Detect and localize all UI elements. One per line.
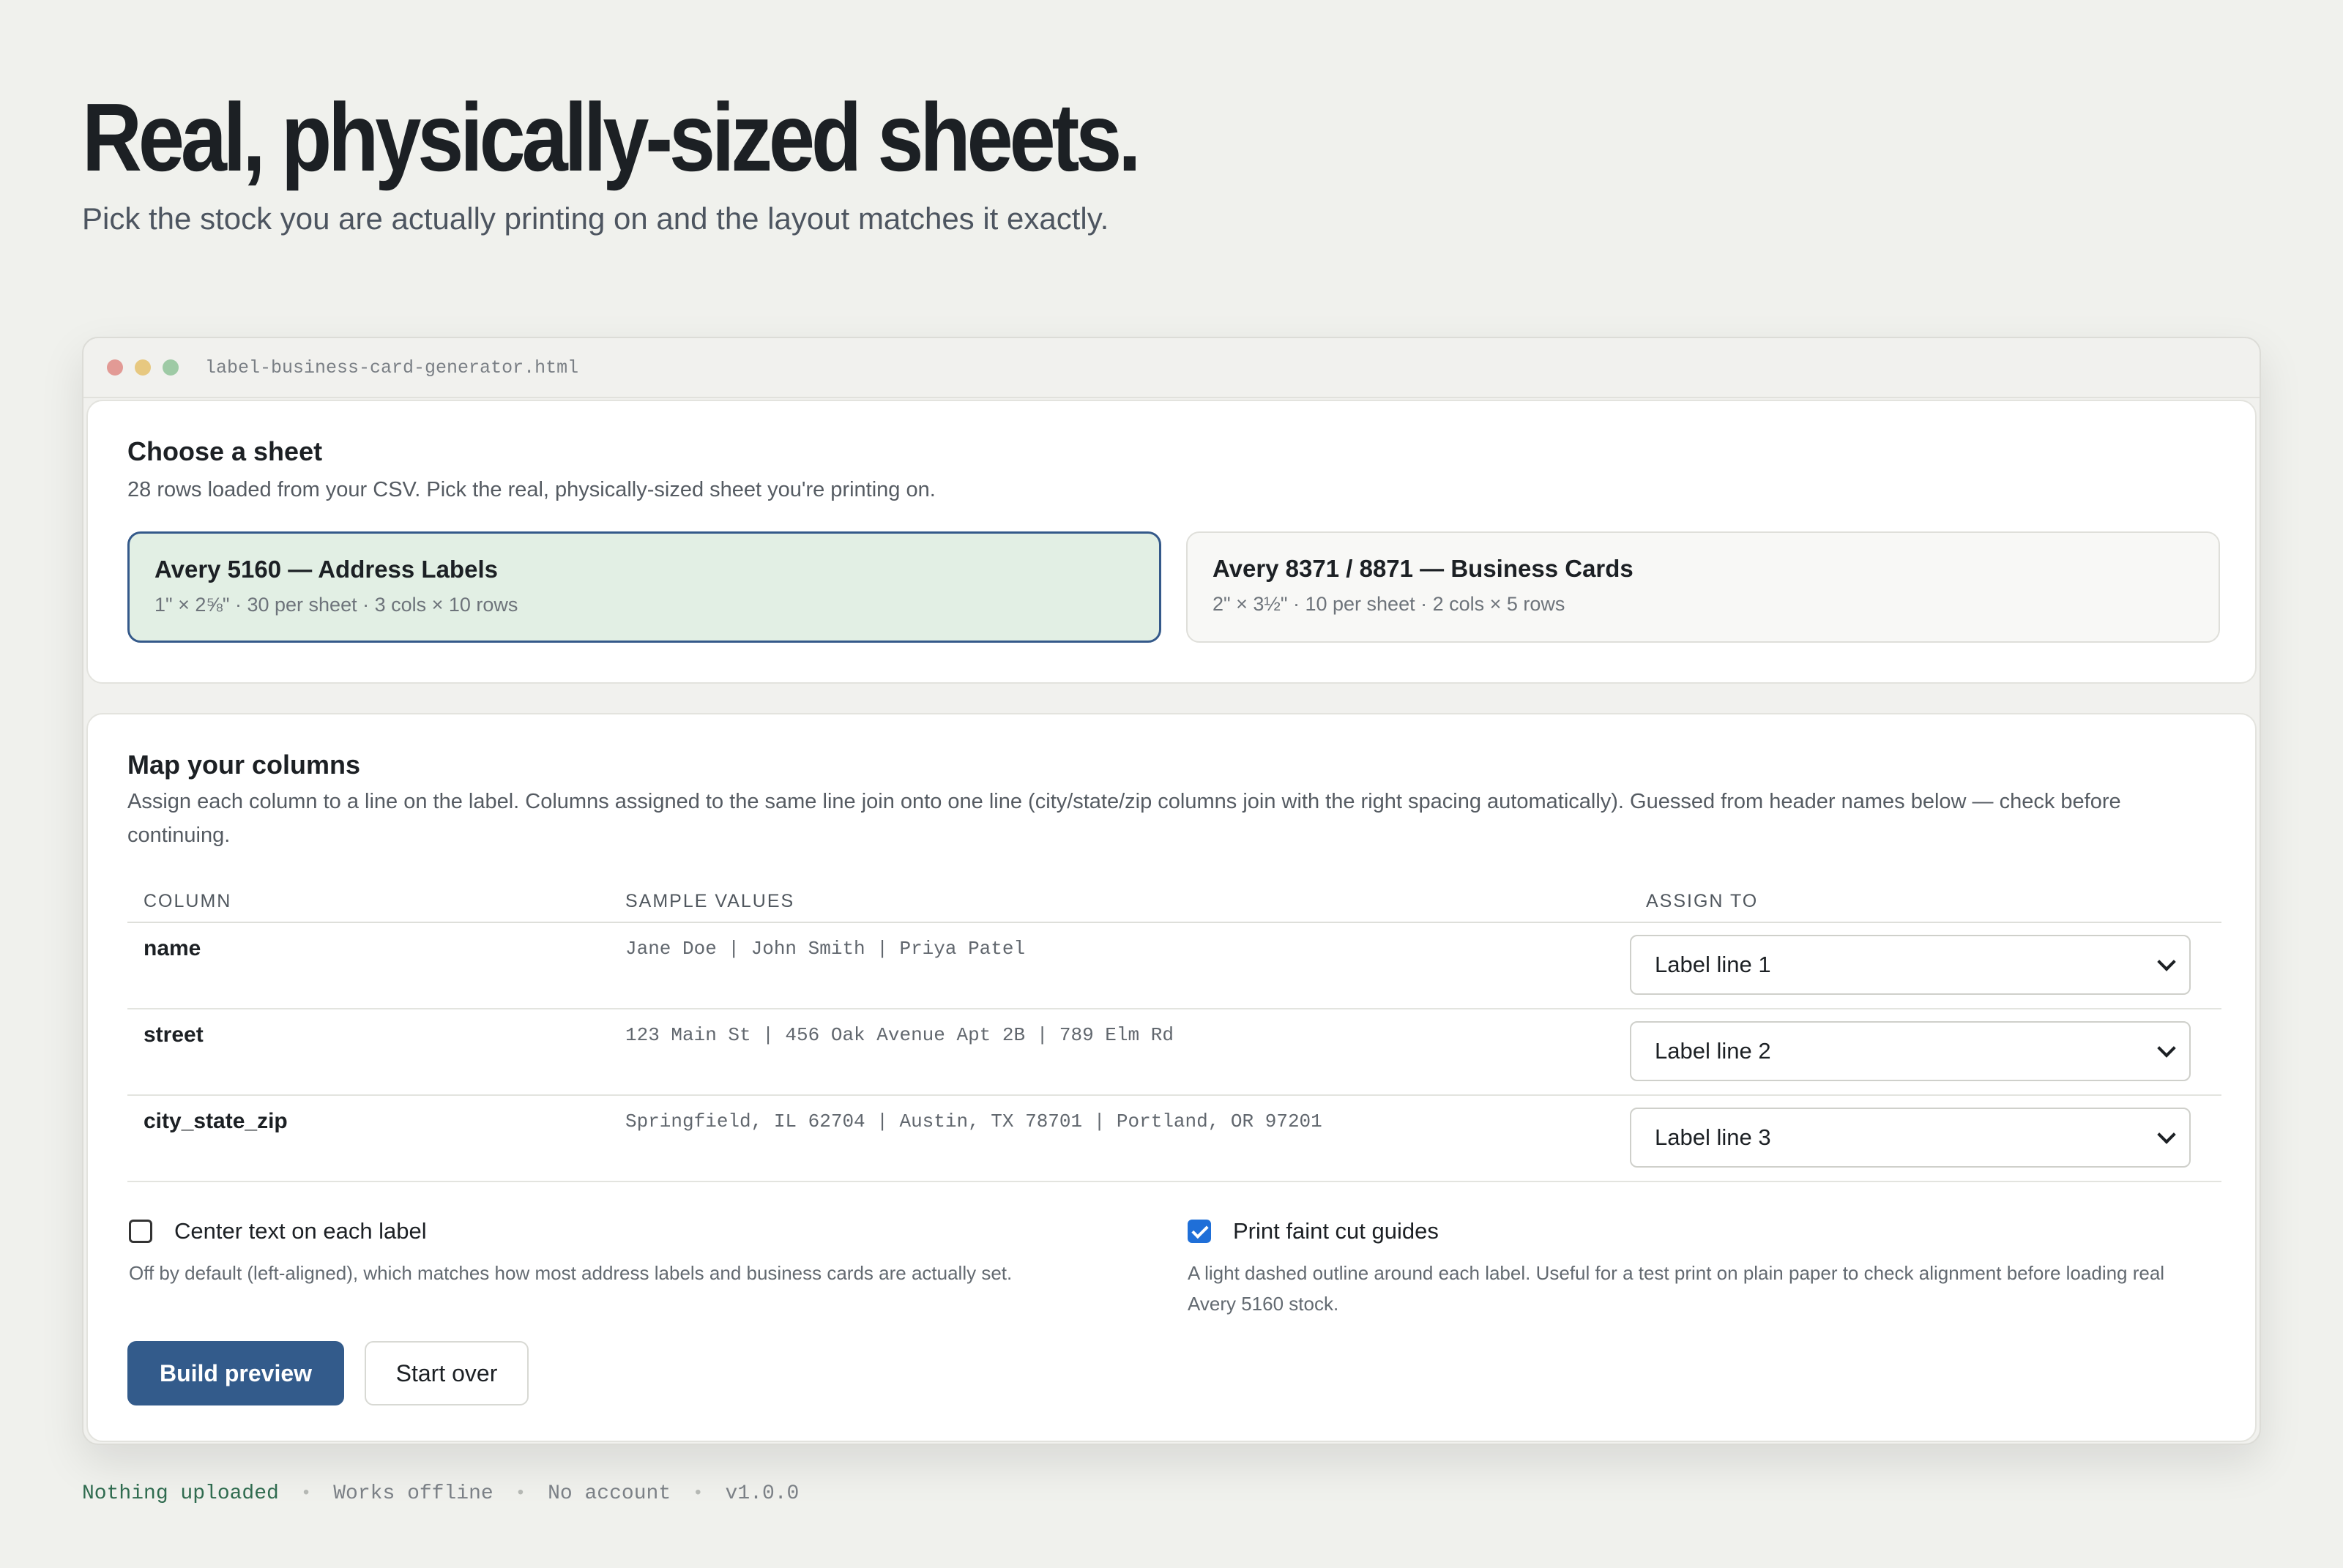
table-row: city_state_zip Springfield, IL 62704 | A…: [127, 1095, 2221, 1182]
sample-values: Springfield, IL 62704 | Austin, TX 78701…: [609, 1095, 1630, 1182]
sample-values: Jane Doe | John Smith | Priya Patel: [609, 922, 1630, 1009]
window-filename: label-business-card-generator.html: [205, 356, 579, 378]
cut-guides-checkbox[interactable]: [1188, 1220, 1211, 1243]
chevron-down-icon: [2157, 1039, 2176, 1058]
hero: Real, physically-sized sheets. Pick the …: [82, 86, 1180, 242]
sheet-option-avery-8371[interactable]: Avery 8371 / 8871 — Business Cards 2" × …: [1186, 531, 2220, 643]
assign-select-city-state-zip[interactable]: Label line 3: [1630, 1108, 2191, 1168]
column-name: street: [127, 1009, 609, 1096]
assign-select-street[interactable]: Label line 2: [1630, 1021, 2191, 1081]
hero-title: Real, physically-sized sheets.: [82, 83, 1141, 191]
app-window: label-business-card-generator.html Choos…: [82, 337, 2261, 1445]
footer-item-works-offline: Works offline: [333, 1482, 493, 1505]
footer-separator: •: [693, 1484, 704, 1504]
assign-select-name[interactable]: Label line 1: [1630, 935, 2191, 995]
footer-item-nothing-uploaded: Nothing uploaded: [82, 1482, 279, 1505]
chevron-down-icon: [2157, 1125, 2176, 1144]
footer-separator: •: [300, 1484, 312, 1504]
footer-item-version: v1.0.0: [725, 1482, 800, 1505]
assign-select-value: Label line 3: [1655, 1124, 1771, 1150]
column-name: name: [127, 922, 609, 1009]
map-columns-card: Map your columns Assign each column to a…: [86, 713, 2257, 1442]
sheet-option-avery-5160[interactable]: Avery 5160 — Address Labels 1" × 2⅝" · 3…: [127, 531, 1161, 643]
build-preview-button[interactable]: Build preview: [127, 1341, 344, 1405]
close-window-dot-icon[interactable]: [107, 359, 123, 376]
footer-separator: •: [515, 1484, 526, 1504]
footer-item-no-account: No account: [548, 1482, 671, 1505]
map-columns-description: Assign each column to a line on the labe…: [127, 790, 2121, 847]
table-header-row: COLUMN SAMPLE VALUES ASSIGN TO: [127, 881, 2221, 923]
sheet-option-spec: 1" × 2⅝" · 30 per sheet · 3 cols × 10 ro…: [154, 594, 518, 616]
center-text-checkbox[interactable]: [129, 1220, 152, 1243]
start-over-button[interactable]: Start over: [365, 1341, 529, 1405]
assign-select-value: Label line 1: [1655, 952, 1771, 977]
column-mapping-table: COLUMN SAMPLE VALUES ASSIGN TO name Jane…: [127, 881, 2221, 1182]
table-row: street 123 Main St | 456 Oak Avenue Apt …: [127, 1009, 2221, 1096]
sheet-option-spec: 2" × 3½" · 10 per sheet · 2 cols × 5 row…: [1213, 593, 1565, 615]
column-name: city_state_zip: [127, 1095, 609, 1182]
footer: Nothing uploaded • Works offline • No ac…: [82, 1482, 799, 1505]
center-text-label[interactable]: Center text on each label: [174, 1218, 427, 1244]
hero-subtitle: Pick the stock you are actually printing…: [82, 201, 1109, 236]
header-column: COLUMN: [127, 881, 609, 923]
header-sample-values: SAMPLE VALUES: [609, 881, 1630, 923]
chevron-down-icon: [2157, 952, 2176, 971]
sample-values: 123 Main St | 456 Oak Avenue Apt 2B | 78…: [609, 1009, 1630, 1096]
minimize-window-dot-icon[interactable]: [135, 359, 151, 376]
sheet-option-title: Avery 5160 — Address Labels: [154, 556, 498, 583]
cut-guides-help: A light dashed outline around each label…: [1188, 1262, 2165, 1315]
cut-guides-label[interactable]: Print faint cut guides: [1233, 1218, 1439, 1244]
header-assign-to: ASSIGN TO: [1630, 881, 2221, 923]
sheet-option-title: Avery 8371 / 8871 — Business Cards: [1213, 555, 1634, 582]
center-text-help: Off by default (left-aligned), which mat…: [129, 1262, 1013, 1284]
choose-sheet-description: 28 rows loaded from your CSV. Pick the r…: [127, 478, 936, 501]
choose-sheet-title: Choose a sheet: [127, 436, 323, 466]
maximize-window-dot-icon[interactable]: [163, 359, 179, 376]
map-columns-title: Map your columns: [127, 750, 361, 780]
assign-select-value: Label line 2: [1655, 1038, 1771, 1064]
choose-sheet-card: Choose a sheet 28 rows loaded from your …: [86, 400, 2257, 684]
center-text-option: Center text on each label Off by default…: [129, 1218, 1154, 1288]
cut-guides-option: Print faint cut guides A light dashed ou…: [1188, 1218, 2213, 1319]
table-row: name Jane Doe | John Smith | Priya Patel…: [127, 922, 2221, 1009]
window-titlebar: label-business-card-generator.html: [83, 338, 2260, 398]
